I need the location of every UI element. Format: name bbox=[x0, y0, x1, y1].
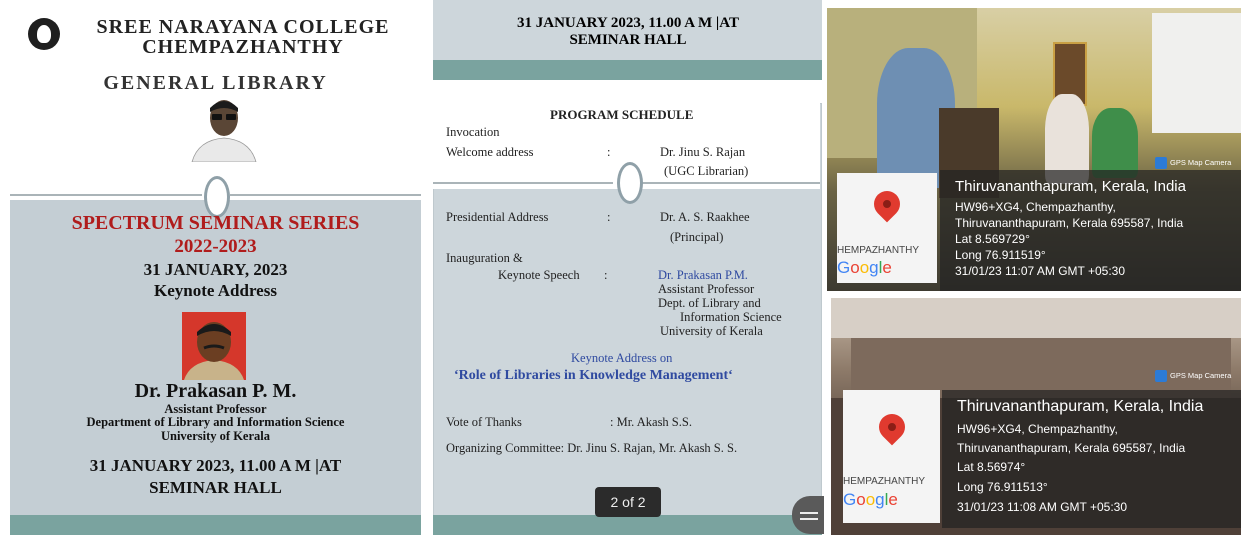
welcome-label: Welcome address bbox=[446, 145, 534, 159]
hamburger-icon-bar bbox=[800, 518, 818, 520]
welcome-colon: : bbox=[607, 145, 611, 159]
location-title: Thiruvananthapuram, Kerala, India bbox=[955, 178, 1186, 195]
longitude-2: Long 76.911513° bbox=[957, 480, 1048, 494]
program-schedule-page: 31 JANUARY 2023, 11.00 A M |AT SEMINAR H… bbox=[432, 0, 824, 535]
keynote-dept-line2: Information Science bbox=[680, 310, 782, 324]
gps-camera-icon bbox=[1155, 157, 1167, 169]
schedule-bottom-band bbox=[433, 515, 822, 535]
schedule-top-venue: SEMINAR HALL bbox=[569, 32, 687, 48]
gps-badge-label: GPS Map Camera bbox=[1170, 157, 1232, 167]
map-pin-icon bbox=[868, 185, 906, 223]
college-name-line2: CHEMPAZHANTHY bbox=[142, 36, 344, 58]
schedule-divider-left bbox=[433, 182, 613, 184]
speaker-university: University of Kerala bbox=[160, 429, 270, 443]
geotagged-photo-1: GPS Map Camera HEMPAZHANTHY Google Thiru… bbox=[827, 8, 1241, 291]
seminar-poster: SREE NARAYANA COLLEGE CHEMPAZHANTHY GENE… bbox=[10, 8, 421, 535]
organizing-committee: Organizing Committee: Dr. Jinu S. Rajan,… bbox=[446, 441, 738, 455]
poster-footer-band bbox=[10, 515, 421, 535]
schedule-top-time: 31 JANUARY 2023, 11.00 A M |AT bbox=[517, 15, 739, 31]
divider-left bbox=[10, 194, 202, 196]
founder-portrait-image bbox=[188, 94, 260, 162]
audience-back-rows bbox=[851, 338, 1231, 398]
keynote-dept-line1: Dept. of Library and bbox=[658, 296, 761, 310]
presidential-label: Presidential Address bbox=[446, 210, 549, 224]
presidential-name: Dr. A. S. Raakhee bbox=[660, 210, 750, 224]
projection-screen bbox=[1152, 13, 1241, 133]
timestamp: 31/01/23 11:07 AM GMT +05:30 bbox=[955, 264, 1126, 278]
address-line1: HW96+XG4, Chempazhanthy, bbox=[955, 200, 1116, 214]
vote-of-thanks-label: Vote of Thanks bbox=[446, 415, 522, 429]
keynote-colon: : bbox=[604, 268, 608, 282]
address-line2: Thiruvananthapuram, Kerala 695587, India bbox=[955, 216, 1184, 230]
keynote-name: Dr. Prakasan P.M. bbox=[658, 268, 748, 282]
page-indicator: 2 of 2 bbox=[595, 487, 661, 517]
location-title-2: Thiruvananthapuram, Kerala, India bbox=[957, 398, 1204, 415]
vote-of-thanks-name: : Mr. Akash S.S. bbox=[610, 415, 692, 429]
timestamp-2: 31/01/23 11:08 AM GMT +05:30 bbox=[957, 500, 1128, 514]
library-title: GENERAL LIBRARY bbox=[103, 72, 328, 94]
schedule-oval-ornament bbox=[617, 162, 643, 204]
schedule-top-band bbox=[433, 60, 822, 80]
gps-badge: GPS Map Camera bbox=[1155, 157, 1231, 169]
welcome-name: Dr. Jinu S. Rajan bbox=[660, 145, 746, 159]
google-logo-2: Google bbox=[843, 490, 898, 509]
longitude: Long 76.911519° bbox=[955, 248, 1046, 262]
latitude: Lat 8.569729° bbox=[955, 232, 1030, 246]
ceiling bbox=[831, 298, 1241, 338]
schedule-divider-right bbox=[640, 182, 820, 184]
topic-intro: Keynote Address on bbox=[571, 351, 673, 365]
gps-badge-label-2: GPS Map Camera bbox=[1170, 370, 1232, 380]
event-venue: SEMINAR HALL bbox=[149, 478, 282, 497]
google-logo: Google bbox=[837, 258, 892, 277]
presidential-role: (Principal) bbox=[670, 230, 724, 244]
schedule-heading: PROGRAM SCHEDULE bbox=[550, 107, 694, 122]
welcome-role: (UGC Librarian) bbox=[664, 164, 749, 178]
keynote-role: Assistant Professor bbox=[658, 282, 755, 296]
gps-badge-2: GPS Map Camera bbox=[1155, 370, 1231, 382]
series-title: SPECTRUM SEMINAR SERIES bbox=[71, 212, 360, 234]
speaker-name: Dr. Prakasan P. M. bbox=[134, 380, 297, 402]
geotagged-photo-2: GPS Map Camera HEMPAZHANTHY Google Thiru… bbox=[831, 298, 1241, 535]
address-line2-2: Thiruvananthapuram, Kerala 695587, India bbox=[957, 441, 1186, 455]
divider-right bbox=[230, 194, 421, 196]
map-city-label-2: HEMPAZHANTHY bbox=[843, 476, 926, 487]
person-figure-2 bbox=[1092, 108, 1138, 178]
map-pin-icon-2 bbox=[873, 408, 911, 446]
poster-subtitle: Keynote Address bbox=[154, 281, 277, 300]
inauguration-label: Inauguration & bbox=[446, 251, 523, 265]
map-city-label: HEMPAZHANTHY bbox=[837, 245, 920, 256]
speaker-portrait-image bbox=[182, 312, 246, 380]
invocation-label: Invocation bbox=[446, 125, 500, 139]
keynote-topic: ‘Role of Libraries in Knowledge Manageme… bbox=[454, 368, 733, 383]
presidential-colon: : bbox=[607, 210, 611, 224]
poster-date: 31 JANUARY, 2023 bbox=[143, 260, 288, 279]
latitude-2: Lat 8.56974° bbox=[957, 460, 1026, 474]
menu-button[interactable] bbox=[792, 496, 824, 534]
hamburger-icon bbox=[800, 512, 818, 514]
keynote-label: Keynote Speech bbox=[498, 268, 580, 282]
map-thumbnail-2: HEMPAZHANTHY Google bbox=[843, 390, 940, 523]
event-time: 31 JANUARY 2023, 11.00 A M |AT bbox=[89, 456, 342, 475]
keynote-university: University of Kerala bbox=[660, 324, 763, 338]
speaker-department: Department of Library and Information Sc… bbox=[86, 415, 345, 429]
address-line1-2: HW96+XG4, Chempazhanthy, bbox=[957, 422, 1118, 436]
series-year: 2022-2023 bbox=[174, 236, 257, 257]
college-logo-icon bbox=[28, 18, 60, 50]
map-thumbnail: HEMPAZHANTHY Google bbox=[837, 173, 937, 283]
gps-camera-icon-2 bbox=[1155, 370, 1167, 382]
